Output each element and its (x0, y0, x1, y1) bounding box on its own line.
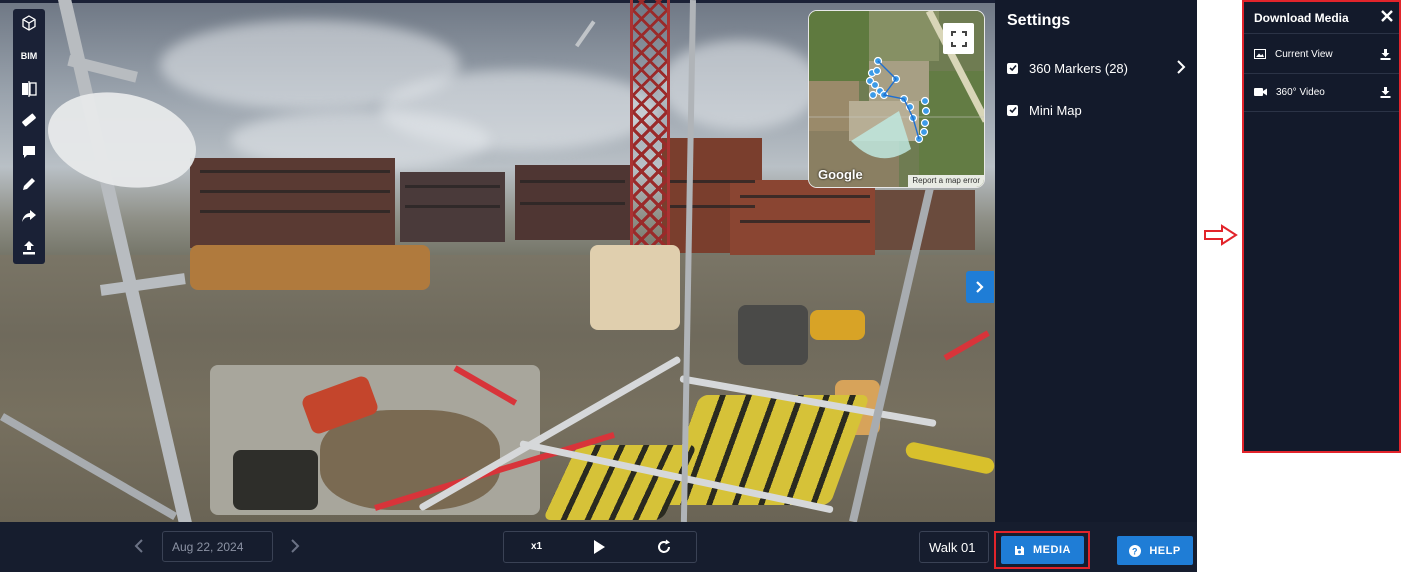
download-media-panel: Download Media Current View 360° Video (1242, 0, 1401, 453)
help-button[interactable]: ? HELP (1117, 536, 1193, 565)
viewer-toolbar: BIM (13, 9, 45, 264)
arrow-right-icon (1204, 224, 1238, 246)
playback-speed-button[interactable]: x1 (531, 541, 542, 552)
chevron-right-icon[interactable] (1176, 60, 1186, 74)
pit (233, 450, 318, 510)
sky-cloud (660, 40, 820, 130)
help-icon: ? (1129, 544, 1142, 557)
walk-selector[interactable]: Walk 01 (919, 531, 989, 563)
play-icon[interactable] (592, 539, 606, 555)
crane-jib (575, 20, 596, 48)
settings-panel: Settings 360 Markers (28) Mini Map (995, 0, 1197, 522)
bim-button[interactable]: BIM (13, 9, 45, 69)
save-icon (1015, 545, 1025, 555)
settings-title: Settings (1007, 12, 1071, 29)
bim-label: BIM (20, 51, 38, 61)
download-360-video[interactable]: 360° Video (1254, 83, 1391, 101)
settings-item-label: Mini Map (1029, 102, 1082, 118)
close-icon[interactable] (1381, 10, 1393, 22)
google-logo: Google (818, 167, 863, 182)
download-item-label: 360° Video (1276, 86, 1325, 98)
download-icon[interactable] (1380, 86, 1391, 98)
previous-date-button[interactable] (128, 534, 150, 558)
download-media-title: Download Media (1254, 11, 1349, 25)
download-current-view[interactable]: Current View (1254, 45, 1391, 63)
comment-button[interactable] (13, 139, 45, 165)
viewer-top-edge (0, 0, 995, 3)
media-button-label: MEDIA (1033, 544, 1071, 556)
replay-icon[interactable] (656, 539, 672, 555)
divider (1244, 111, 1399, 112)
help-button-label: HELP (1149, 544, 1181, 557)
comment-icon (23, 146, 35, 158)
fullscreen-icon (950, 30, 967, 47)
divider (1244, 73, 1399, 74)
crane-mast (630, 0, 670, 250)
chevron-right-icon (976, 281, 984, 293)
image-icon (1254, 49, 1266, 59)
settings-item-360-markers[interactable]: 360 Markers (28) (1007, 57, 1192, 79)
check-icon (1008, 64, 1017, 72)
check-icon (1008, 106, 1017, 114)
concrete-block (590, 245, 680, 330)
panorama-viewer[interactable]: BIM Google Report a map error (0, 0, 995, 522)
chevron-left-icon (134, 539, 143, 553)
upload-button[interactable] (13, 235, 45, 261)
video-icon (1254, 88, 1267, 96)
playback-controls: x1 (503, 531, 697, 563)
media-button[interactable]: MEDIA (1001, 536, 1084, 564)
cube-icon (22, 15, 36, 31)
download-item-label: Current View (1275, 48, 1333, 60)
share-button[interactable] (13, 203, 45, 229)
settings-item-mini-map[interactable]: Mini Map (1007, 99, 1192, 121)
share-icon (22, 210, 36, 222)
compare-button[interactable] (13, 76, 45, 102)
mini-map[interactable]: Google Report a map error (808, 10, 985, 188)
divider (1244, 33, 1399, 34)
hoarding-wall (190, 245, 430, 290)
compare-icon (22, 81, 37, 97)
download-icon[interactable] (1380, 48, 1391, 60)
pencil-icon (23, 178, 35, 190)
privacy-blur (39, 79, 205, 201)
map-fullscreen-button[interactable] (943, 23, 974, 54)
settings-item-label: 360 Markers (28) (1029, 60, 1128, 76)
checkbox-mini-map[interactable] (1007, 104, 1018, 116)
site-cabin (738, 305, 808, 365)
measure-button[interactable] (13, 107, 45, 133)
draw-button[interactable] (13, 171, 45, 197)
next-date-button[interactable] (284, 534, 306, 558)
next-panel-button[interactable] (966, 271, 994, 303)
report-map-error-link[interactable]: Report a map error (908, 175, 984, 187)
checkbox-360-markers[interactable] (1007, 62, 1018, 74)
bottom-bar: Aug 22, 2024 x1 Walk 01 MEDIA ? HELP (0, 522, 1197, 572)
yellow-generator (810, 310, 865, 340)
app-root: BIM Google Report a map error Settings 3… (0, 0, 1402, 572)
measure-icon (22, 113, 36, 127)
date-selector[interactable]: Aug 22, 2024 (162, 531, 273, 562)
chevron-right-icon (291, 539, 300, 553)
svg-text:?: ? (1132, 546, 1138, 556)
upload-icon (23, 241, 35, 255)
